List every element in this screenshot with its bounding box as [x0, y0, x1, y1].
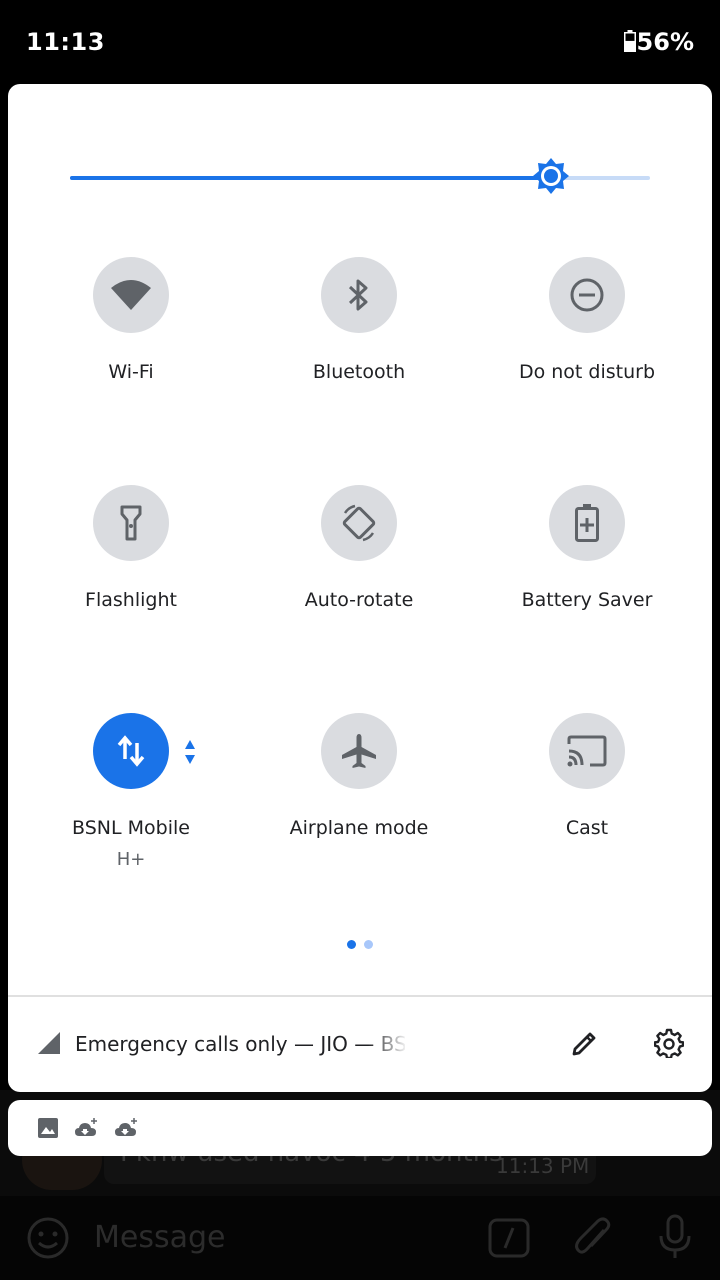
mic-icon — [656, 1214, 694, 1264]
tile-bluetooth[interactable]: Bluetooth — [245, 257, 473, 427]
network-type: H+ — [116, 849, 146, 870]
message-time: 11:13 PM — [496, 1154, 590, 1178]
cloud-download-icon — [75, 1118, 97, 1136]
do-not-disturb-icon — [570, 278, 604, 312]
carrier-status: Emergency calls only — JIO — BSNL — [75, 1032, 405, 1056]
signal-icon — [38, 1032, 60, 1054]
notification-bar[interactable] — [8, 1100, 712, 1156]
tile-auto-rotate[interactable]: Auto-rotate — [245, 485, 473, 655]
auto-rotate-toggle[interactable] — [321, 485, 397, 561]
bluetooth-icon — [348, 279, 368, 311]
quick-settings-panel: Wi-Fi Bluetooth Do not disturb Flashligh… — [8, 84, 712, 1092]
tile-flashlight[interactable]: Flashlight — [17, 485, 245, 655]
emoji-icon — [26, 1216, 70, 1264]
text-fade — [368, 1024, 408, 1060]
image-icon — [38, 1118, 58, 1138]
mobile-data-icon — [117, 735, 145, 767]
divider — [8, 995, 712, 997]
battery-percent: 56% — [636, 28, 694, 56]
airplane-icon — [342, 734, 376, 768]
battery-saver-icon — [575, 504, 599, 542]
brightness-icon[interactable] — [532, 157, 570, 195]
clock: 11:13 — [26, 28, 105, 56]
tile-label: Auto-rotate — [304, 589, 414, 611]
cloud-download-icon — [115, 1118, 137, 1136]
data-activity-icon — [185, 740, 195, 764]
gear-icon[interactable] — [654, 1028, 684, 1058]
status-bar: 11:13 56% — [0, 0, 720, 84]
message-input[interactable]: Message — [94, 1220, 225, 1255]
brightness-level-fill — [70, 176, 552, 180]
auto-rotate-icon — [342, 504, 376, 542]
cast-icon — [567, 735, 607, 767]
wifi-toggle[interactable] — [93, 257, 169, 333]
airplane-mode-toggle[interactable] — [321, 713, 397, 789]
tile-label: Wi-Fi — [108, 361, 154, 383]
attach-icon — [574, 1216, 614, 1264]
tile-mobile-data[interactable]: BSNL Mobile H+ — [17, 713, 245, 883]
tile-label: Do not disturb — [518, 361, 656, 383]
tile-wifi[interactable]: Wi-Fi — [17, 257, 245, 427]
do-not-disturb-toggle[interactable] — [549, 257, 625, 333]
tile-battery-saver[interactable]: Battery Saver — [473, 485, 701, 655]
tile-airplane-mode[interactable]: Airplane mode — [245, 713, 473, 883]
tile-label: Battery Saver — [521, 589, 653, 611]
wifi-icon — [111, 280, 151, 310]
command-icon — [488, 1218, 530, 1262]
tile-label: Airplane mode — [289, 817, 429, 839]
tile-label: Cast — [565, 817, 609, 839]
tile-cast[interactable]: Cast — [473, 713, 701, 883]
mobile-data-toggle[interactable] — [93, 713, 169, 789]
battery-saver-toggle[interactable] — [549, 485, 625, 561]
pencil-icon[interactable] — [570, 1028, 600, 1058]
page-dot[interactable] — [364, 940, 373, 949]
tile-label: Flashlight — [85, 589, 177, 611]
bluetooth-toggle[interactable] — [321, 257, 397, 333]
battery-icon — [624, 30, 636, 52]
tile-label: BSNL Mobile — [72, 817, 190, 839]
page-indicator — [347, 940, 377, 950]
tile-do-not-disturb[interactable]: Do not disturb — [473, 257, 701, 427]
cast-toggle[interactable] — [549, 713, 625, 789]
flashlight-icon — [120, 505, 142, 541]
tile-label: Bluetooth — [312, 361, 406, 383]
flashlight-toggle[interactable] — [93, 485, 169, 561]
page-dot-active — [347, 940, 356, 949]
